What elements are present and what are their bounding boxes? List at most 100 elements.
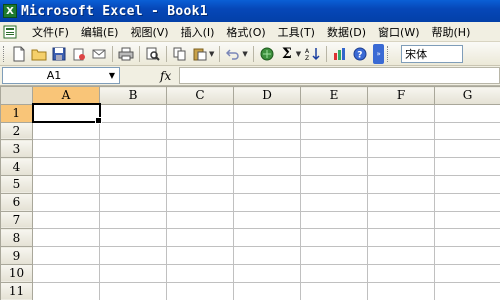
cell-A6[interactable]: [32, 192, 100, 212]
cell-B1[interactable]: [99, 103, 167, 123]
row-header[interactable]: 6: [0, 192, 33, 212]
menu-tools[interactable]: 工具(T): [272, 24, 321, 40]
cell-D1[interactable]: [233, 103, 301, 123]
cell-C11[interactable]: [166, 281, 234, 300]
cell-G2[interactable]: [434, 121, 500, 141]
row-header[interactable]: 4: [0, 157, 33, 176]
cell-F9[interactable]: [367, 246, 435, 265]
paste-icon[interactable]: [191, 45, 209, 63]
menu-data[interactable]: 数据(D): [321, 24, 372, 40]
cell-D5[interactable]: [233, 174, 301, 194]
cell-F11[interactable]: [367, 281, 435, 300]
cell-D7[interactable]: [233, 210, 301, 230]
cell-C7[interactable]: [166, 210, 234, 230]
cell-C4[interactable]: [166, 157, 234, 176]
name-box[interactable]: A1 ▼: [2, 67, 120, 84]
cell-D4[interactable]: [233, 157, 301, 176]
menu-window[interactable]: 窗口(W): [372, 24, 425, 40]
cell-B7[interactable]: [99, 210, 167, 230]
font-name-box[interactable]: 宋体: [401, 44, 464, 63]
select-all-corner[interactable]: [0, 86, 33, 105]
cell-C10[interactable]: [166, 263, 234, 283]
formula-input[interactable]: [179, 67, 500, 84]
column-header[interactable]: B: [99, 86, 167, 105]
cell-E5[interactable]: [300, 174, 368, 194]
sort-ascending-icon[interactable]: AZ: [304, 45, 322, 63]
menu-view[interactable]: 视图(V): [124, 24, 174, 40]
cell-D6[interactable]: [233, 192, 301, 212]
row-header[interactable]: 9: [0, 246, 33, 265]
menu-format[interactable]: 格式(O): [220, 24, 271, 40]
cell-E7[interactable]: [300, 210, 368, 230]
cell-B8[interactable]: [99, 228, 167, 248]
cell-E11[interactable]: [300, 281, 368, 300]
row-header[interactable]: 2: [0, 121, 33, 141]
cell-E6[interactable]: [300, 192, 368, 212]
cell-A4[interactable]: [32, 157, 100, 176]
cell-A8[interactable]: [32, 228, 100, 248]
cell-E2[interactable]: [300, 121, 368, 141]
row-header[interactable]: 1: [0, 103, 33, 123]
toolbar-grip[interactable]: [3, 45, 6, 62]
menu-edit[interactable]: 编辑(E): [75, 24, 125, 40]
cell-F1[interactable]: [367, 103, 435, 123]
cell-A2[interactable]: [32, 121, 100, 141]
cell-F3[interactable]: [367, 139, 435, 159]
column-header[interactable]: E: [300, 86, 368, 105]
cell-F8[interactable]: [367, 228, 435, 248]
cell-B9[interactable]: [99, 246, 167, 265]
open-folder-icon[interactable]: [30, 45, 48, 63]
undo-dropdown-icon[interactable]: ▼: [242, 50, 247, 58]
print-preview-icon[interactable]: [144, 45, 162, 63]
cell-C3[interactable]: [166, 139, 234, 159]
cell-G8[interactable]: [434, 228, 500, 248]
undo-icon[interactable]: [224, 45, 242, 63]
cell-G10[interactable]: [434, 263, 500, 283]
help-icon[interactable]: ?: [351, 45, 369, 63]
hyperlink-icon[interactable]: [258, 45, 276, 63]
cell-G11[interactable]: [434, 281, 500, 300]
cell-F7[interactable]: [367, 210, 435, 230]
cell-F6[interactable]: [367, 192, 435, 212]
cell-B4[interactable]: [99, 157, 167, 176]
cell-G7[interactable]: [434, 210, 500, 230]
column-header[interactable]: F: [367, 86, 435, 105]
cell-B2[interactable]: [99, 121, 167, 141]
cell-A11[interactable]: [32, 281, 100, 300]
cell-E4[interactable]: [300, 157, 368, 176]
cell-D11[interactable]: [233, 281, 301, 300]
row-header[interactable]: 11: [0, 281, 33, 300]
cell-D9[interactable]: [233, 246, 301, 265]
print-icon[interactable]: [117, 45, 135, 63]
email-icon[interactable]: [90, 45, 108, 63]
paste-dropdown-icon[interactable]: ▼: [209, 50, 214, 58]
column-header[interactable]: C: [166, 86, 234, 105]
row-header[interactable]: 5: [0, 174, 33, 194]
cell-G9[interactable]: [434, 246, 500, 265]
cell-E8[interactable]: [300, 228, 368, 248]
copy-icon[interactable]: [171, 45, 189, 63]
excel-icon[interactable]: X: [3, 4, 17, 18]
menu-help[interactable]: 帮助(H): [426, 24, 477, 40]
cell-G5[interactable]: [434, 174, 500, 194]
cell-F4[interactable]: [367, 157, 435, 176]
formatting-toolbar-grip[interactable]: [387, 45, 390, 62]
chevron-down-icon[interactable]: ▼: [105, 71, 119, 80]
autosum-dropdown-icon[interactable]: ▼: [296, 50, 301, 58]
column-header[interactable]: G: [434, 86, 500, 105]
cell-E3[interactable]: [300, 139, 368, 159]
row-header[interactable]: 8: [0, 228, 33, 248]
cell-C6[interactable]: [166, 192, 234, 212]
autosum-icon[interactable]: Σ: [278, 45, 296, 63]
cell-G6[interactable]: [434, 192, 500, 212]
chart-wizard-icon[interactable]: [331, 45, 349, 63]
cell-C9[interactable]: [166, 246, 234, 265]
cell-B6[interactable]: [99, 192, 167, 212]
row-header[interactable]: 10: [0, 263, 33, 283]
cell-C2[interactable]: [166, 121, 234, 141]
insert-function-icon[interactable]: fx: [160, 69, 171, 83]
cell-C5[interactable]: [166, 174, 234, 194]
cell-C1[interactable]: [166, 103, 234, 123]
cell-D10[interactable]: [233, 263, 301, 283]
menu-file[interactable]: 文件(F): [26, 24, 75, 40]
